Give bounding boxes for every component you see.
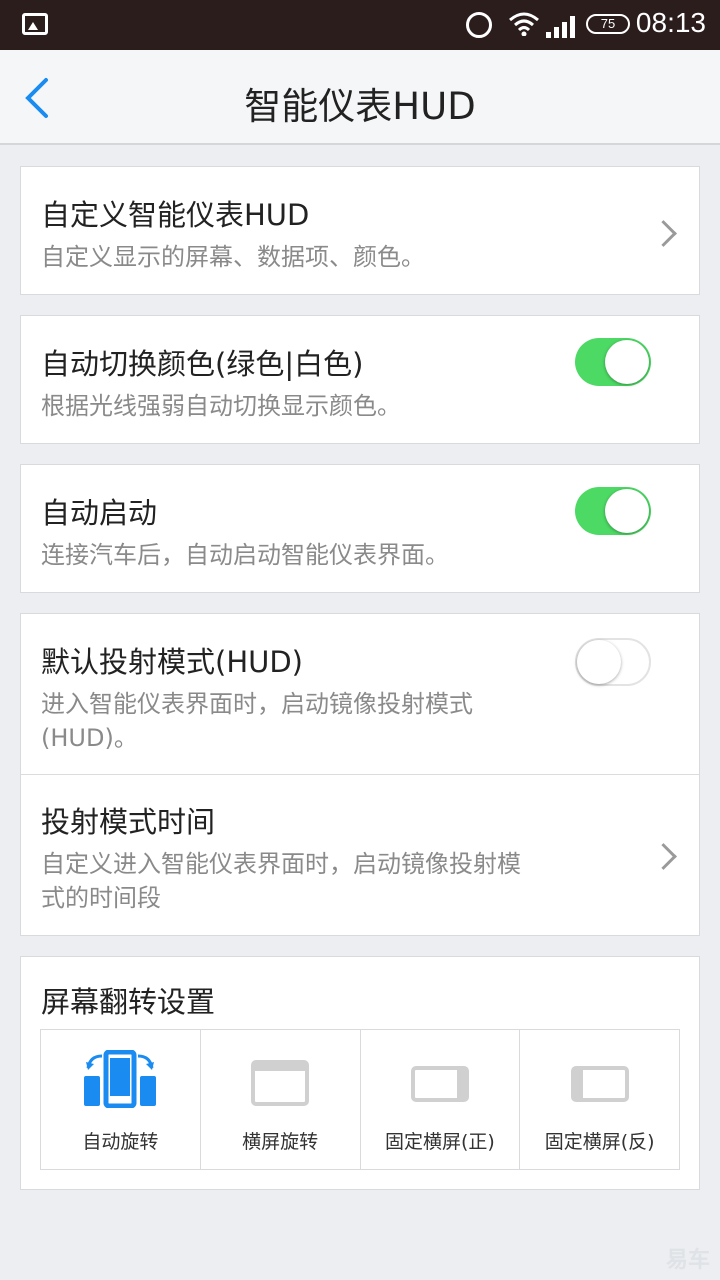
rotation-option-label: 固定横屏(正)	[384, 1131, 495, 1153]
projection-mode-subtitle-line1: 进入智能仪表界面时，启动镜像投射模式	[41, 690, 473, 718]
fixed-landscape-reverse-icon	[570, 1066, 629, 1106]
status-time: 08:13	[635, 7, 706, 38]
rotation-option-auto[interactable]: 自动旋转	[41, 1030, 201, 1169]
auto-start-subtitle: 连接汽车后，自动启动智能仪表界面。	[41, 541, 449, 569]
alarm-icon	[466, 12, 492, 38]
projection-mode-item: 默认投射模式(HUD) 进入智能仪表界面时，启动镜像投射模式 (HUD)。	[21, 614, 699, 774]
landscape-rotate-icon	[251, 1060, 310, 1110]
battery-icon: 75	[586, 14, 630, 34]
projection-mode-subtitle-line2: (HUD)。	[41, 724, 138, 752]
page-title: 智能仪表HUD	[244, 85, 476, 128]
rotation-option-label: 固定横屏(反)	[544, 1131, 655, 1153]
signal-icon	[546, 14, 580, 38]
rotation-option-fixed-landscape[interactable]: 固定横屏(正)	[361, 1030, 521, 1169]
projection-time-title: 投射模式时间	[41, 805, 216, 839]
rotation-title: 屏幕翻转设置	[41, 985, 216, 1019]
rotation-options: 自动旋转 横屏旋转 固定横屏(正) 固定横屏(反)	[40, 1029, 680, 1170]
projection-time-subtitle-line2: 式的时间段	[41, 884, 161, 912]
auto-color-subtitle: 根据光线强弱自动切换显示颜色。	[41, 392, 401, 420]
header: 智能仪表HUD	[0, 50, 720, 145]
auto-color-title: 自动切换颜色(绿色|白色)	[41, 347, 364, 381]
gallery-notification-icon	[22, 13, 48, 35]
customize-hud-item[interactable]: 自定义智能仪表HUD 自定义显示的屏幕、数据项、颜色。	[20, 166, 700, 295]
projection-mode-title: 默认投射模式(HUD)	[41, 645, 303, 679]
chevron-right-icon	[650, 220, 677, 247]
rotation-option-label: 自动旋转	[82, 1131, 159, 1153]
projection-mode-toggle[interactable]	[575, 638, 651, 686]
auto-rotate-icon	[82, 1049, 158, 1112]
auto-color-item: 自动切换颜色(绿色|白色) 根据光线强弱自动切换显示颜色。	[20, 315, 700, 444]
customize-hud-subtitle: 自定义显示的屏幕、数据项、颜色。	[41, 243, 425, 271]
rotation-card: 屏幕翻转设置 自动旋转 横屏旋转 固定横屏(正) 固定横屏(反)	[20, 956, 700, 1190]
projection-time-subtitle-line1: 自定义进入智能仪表界面时，启动镜像投射模	[41, 850, 521, 878]
status-bar: 75 08:13	[0, 0, 720, 50]
auto-start-toggle[interactable]	[575, 487, 651, 535]
fixed-landscape-icon	[410, 1066, 469, 1106]
chevron-right-icon	[650, 843, 677, 870]
projection-card: 默认投射模式(HUD) 进入智能仪表界面时，启动镜像投射模式 (HUD)。 投射…	[20, 613, 700, 936]
auto-start-item: 自动启动 连接汽车后，自动启动智能仪表界面。	[20, 464, 700, 593]
customize-hud-title: 自定义智能仪表HUD	[41, 198, 310, 232]
auto-start-title: 自动启动	[41, 496, 158, 530]
rotation-option-label: 横屏旋转	[242, 1131, 319, 1153]
watermark: 易车	[665, 1248, 710, 1273]
auto-color-toggle[interactable]	[575, 338, 651, 386]
projection-time-item[interactable]: 投射模式时间 自定义进入智能仪表界面时，启动镜像投射模 式的时间段	[21, 775, 699, 936]
rotation-option-landscape-rotate[interactable]: 横屏旋转	[201, 1030, 361, 1169]
wifi-icon	[508, 12, 540, 40]
rotation-option-fixed-landscape-reverse[interactable]: 固定横屏(反)	[520, 1030, 679, 1169]
